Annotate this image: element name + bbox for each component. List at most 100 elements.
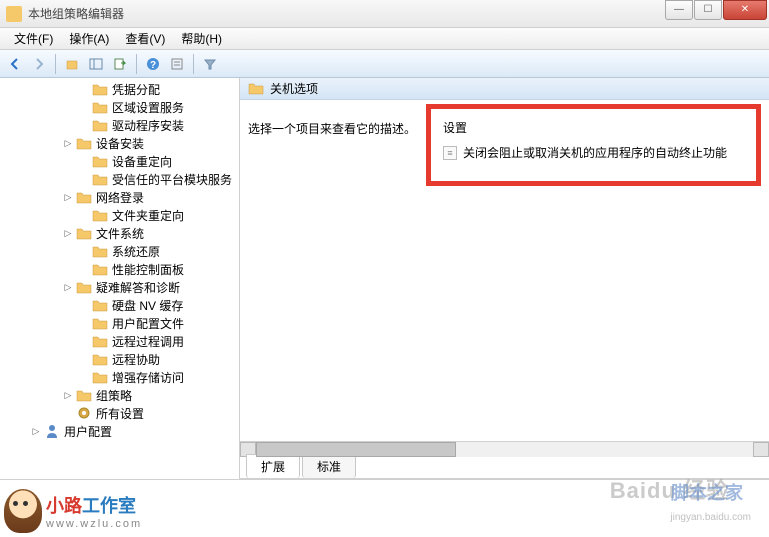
minimize-button[interactable]: — xyxy=(665,0,693,20)
tree-item-label: 区域设置服务 xyxy=(112,99,239,116)
expand-icon[interactable] xyxy=(78,245,90,257)
filter-button[interactable] xyxy=(199,53,221,75)
export-button[interactable] xyxy=(109,53,131,75)
detail-tabs: 扩展 标准 xyxy=(240,457,769,479)
tree-item-label: 性能控制面板 xyxy=(112,261,239,278)
expand-icon[interactable] xyxy=(78,317,90,329)
tree-item-label: 设备安装 xyxy=(96,135,239,152)
expand-icon[interactable] xyxy=(78,371,90,383)
tree-item[interactable]: ▷ 设备安装 xyxy=(0,134,239,152)
expand-icon[interactable] xyxy=(78,353,90,365)
tree-item[interactable]: 远程过程调用 xyxy=(0,332,239,350)
horizontal-scrollbar[interactable] xyxy=(240,441,769,457)
scroll-right-button[interactable] xyxy=(753,442,769,457)
expand-icon[interactable] xyxy=(78,209,90,221)
detail-title: 关机选项 xyxy=(270,80,318,97)
tree-item[interactable]: 系统还原 xyxy=(0,242,239,260)
toolbar: ? xyxy=(0,50,769,78)
menu-action[interactable]: 操作(A) xyxy=(63,28,115,49)
tree-item-label: 远程过程调用 xyxy=(112,333,239,350)
folder-icon xyxy=(248,82,264,95)
tree-item-label: 远程协助 xyxy=(112,351,239,368)
tab-extended[interactable]: 扩展 xyxy=(246,454,300,478)
tree-item-label: 系统还原 xyxy=(112,243,239,260)
tree-item[interactable]: 受信任的平台模块服务 xyxy=(0,170,239,188)
show-hide-tree-button[interactable] xyxy=(85,53,107,75)
tree-item[interactable]: 设备重定向 xyxy=(0,152,239,170)
tree-item-user-config[interactable]: ▷用户配置 xyxy=(0,422,239,440)
tree-item[interactable]: 硬盘 NV 缓存 xyxy=(0,296,239,314)
setting-item-label: 关闭会阻止或取消关机的应用程序的自动终止功能 xyxy=(463,144,727,161)
tree-item[interactable]: ▷ 组策略 xyxy=(0,386,239,404)
expand-icon[interactable]: ▷ xyxy=(62,137,74,149)
tree-item-label: 网络登录 xyxy=(96,189,239,206)
logo-xiaolu: 小路工作室 www.wzlu.com xyxy=(4,489,142,533)
titlebar: 本地组策略编辑器 — ☐ ✕ xyxy=(0,0,769,28)
expand-icon[interactable] xyxy=(78,299,90,311)
setting-item[interactable]: ≡ 关闭会阻止或取消关机的应用程序的自动终止功能 xyxy=(439,142,748,163)
tree-item-label: 文件系统 xyxy=(96,225,239,242)
tree-item[interactable]: 凭据分配 xyxy=(0,80,239,98)
logo-text: 小路工作室 xyxy=(46,492,142,518)
back-button[interactable] xyxy=(4,53,26,75)
tree-item-label: 凭据分配 xyxy=(112,81,239,98)
tree-item[interactable]: 用户配置文件 xyxy=(0,314,239,332)
menu-help[interactable]: 帮助(H) xyxy=(175,28,228,49)
expand-icon[interactable]: ▷ xyxy=(62,227,74,239)
tab-standard[interactable]: 标准 xyxy=(302,454,356,478)
tree-item[interactable]: 文件夹重定向 xyxy=(0,206,239,224)
expand-icon[interactable]: ▷ xyxy=(30,425,42,437)
scroll-track[interactable] xyxy=(256,442,753,457)
select-hint-text: 选择一个项目来查看它的描述。 xyxy=(248,122,416,136)
expand-icon[interactable]: ▷ xyxy=(62,191,74,203)
settings-column-header[interactable]: 设置 xyxy=(439,115,748,142)
tree-item-label: 用户配置文件 xyxy=(112,315,239,332)
tree-item[interactable]: 驱动程序安装 xyxy=(0,116,239,134)
up-button[interactable] xyxy=(61,53,83,75)
properties-button[interactable] xyxy=(166,53,188,75)
scroll-thumb[interactable] xyxy=(256,442,456,457)
tree-item-label: 所有设置 xyxy=(96,405,239,422)
tree-pane[interactable]: 凭据分配区域设置服务驱动程序安装 ▷ 设备安装设备重定向受信任的平台模块服务 ▷ 网络登… xyxy=(0,78,240,479)
tree-item[interactable]: 远程协助 xyxy=(0,350,239,368)
svg-text:?: ? xyxy=(150,60,156,71)
policy-icon: ≡ xyxy=(443,146,457,160)
tree-item-label: 硬盘 NV 缓存 xyxy=(112,297,239,314)
app-icon xyxy=(6,6,22,22)
menu-view[interactable]: 查看(V) xyxy=(119,28,171,49)
tree-item-label: 驱动程序安装 xyxy=(112,117,239,134)
tree-item-label: 组策略 xyxy=(96,387,239,404)
detail-header: 关机选项 xyxy=(240,78,769,100)
expand-icon[interactable]: ▷ xyxy=(62,281,74,293)
tree-item-label: 文件夹重定向 xyxy=(112,207,239,224)
tree-item[interactable]: ▷ 文件系统 xyxy=(0,224,239,242)
expand-icon[interactable] xyxy=(78,263,90,275)
expand-icon[interactable] xyxy=(78,101,90,113)
window-controls: — ☐ ✕ xyxy=(664,0,767,22)
settings-icon xyxy=(76,405,92,421)
separator xyxy=(136,54,137,74)
highlight-box: 设置 ≡ 关闭会阻止或取消关机的应用程序的自动终止功能 xyxy=(426,104,761,186)
close-button[interactable]: ✕ xyxy=(723,0,767,20)
tree-item-all-settings[interactable]: 所有设置 xyxy=(0,404,239,422)
expand-icon[interactable] xyxy=(78,155,90,167)
forward-button[interactable] xyxy=(28,53,50,75)
tree-item[interactable]: 性能控制面板 xyxy=(0,260,239,278)
expand-icon[interactable] xyxy=(78,83,90,95)
tree-item[interactable]: 区域设置服务 xyxy=(0,98,239,116)
content-area: 凭据分配区域设置服务驱动程序安装 ▷ 设备安装设备重定向受信任的平台模块服务 ▷ 网络登… xyxy=(0,78,769,480)
detail-settings-area: 设置 ≡ 关闭会阻止或取消关机的应用程序的自动终止功能 xyxy=(426,100,769,441)
tree-item[interactable]: ▷疑难解答和诊断 xyxy=(0,278,239,296)
menu-file[interactable]: 文件(F) xyxy=(8,28,59,49)
expand-icon[interactable] xyxy=(78,119,90,131)
logo-url: www.wzlu.com xyxy=(46,518,142,530)
maximize-button[interactable]: ☐ xyxy=(694,0,722,20)
menubar: 文件(F) 操作(A) 查看(V) 帮助(H) xyxy=(0,28,769,50)
help-button[interactable]: ? xyxy=(142,53,164,75)
window-title: 本地组策略编辑器 xyxy=(28,5,664,22)
tree-item[interactable]: ▷ 网络登录 xyxy=(0,188,239,206)
expand-icon[interactable]: ▷ xyxy=(62,389,74,401)
expand-icon[interactable] xyxy=(78,335,90,347)
tree-item[interactable]: 增强存储访问 xyxy=(0,368,239,386)
expand-icon[interactable] xyxy=(78,173,90,185)
